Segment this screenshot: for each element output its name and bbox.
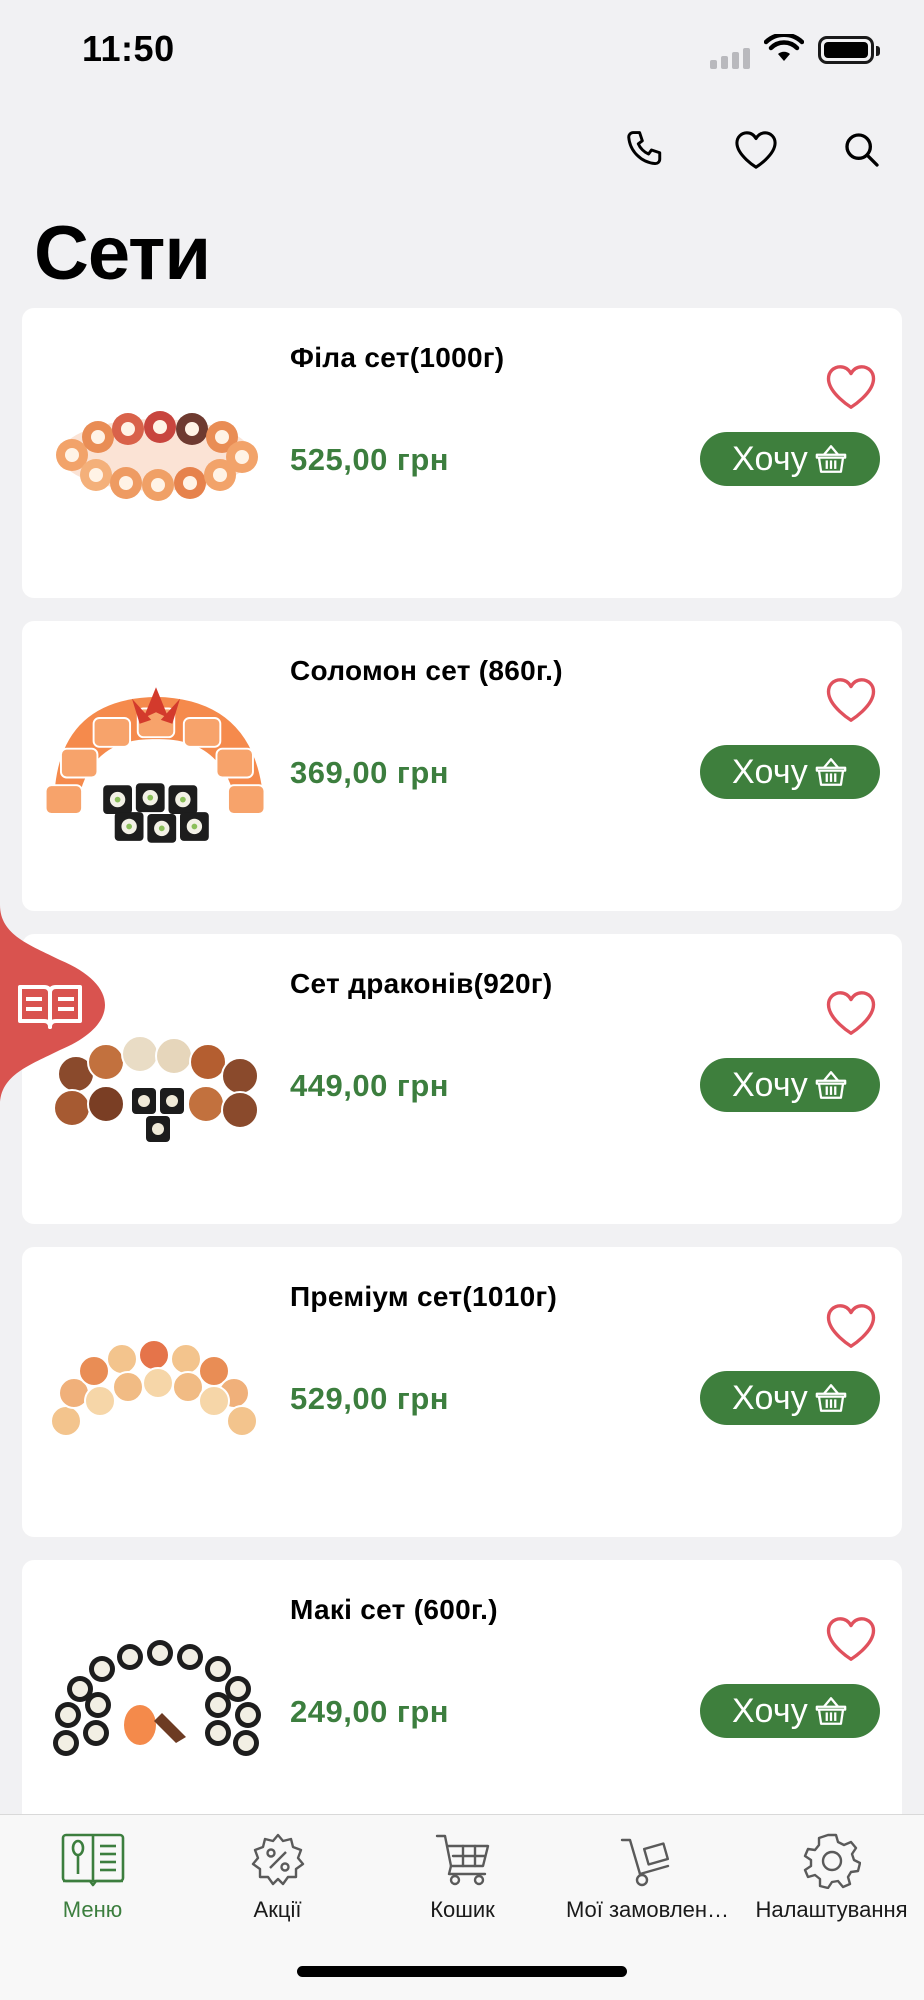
favorite-heart-icon[interactable] (824, 675, 878, 725)
cart-icon (428, 1829, 498, 1891)
product-card[interactable]: Сет драконів(920г) 449,00 грн Хочу (22, 934, 902, 1224)
tab-label: Меню (62, 1897, 123, 1922)
product-image (36, 348, 276, 558)
want-button[interactable]: Хочу (700, 1058, 880, 1112)
page-title: Сети (34, 211, 211, 296)
side-menu-tab[interactable] (0, 905, 115, 1105)
tab-menu[interactable]: Меню (0, 1829, 185, 1939)
tab-cart[interactable]: Кошик (370, 1829, 555, 1939)
tab-promotions[interactable]: Акції (185, 1829, 370, 1939)
want-button[interactable]: Хочу (700, 745, 880, 799)
cellular-signal-icon (710, 48, 750, 69)
favorite-heart-icon[interactable] (824, 1614, 878, 1664)
wifi-icon (764, 34, 804, 61)
product-price: 249,00 грн (290, 1694, 450, 1729)
menu-book-icon (58, 1829, 128, 1891)
product-card[interactable]: Філа сет(1000г) 525,00 грн Хочу (22, 308, 902, 598)
tab-label: Кошик (430, 1897, 495, 1922)
search-icon[interactable] (832, 120, 892, 180)
favorite-heart-icon[interactable] (824, 362, 878, 412)
want-button-label: Хочу (732, 1691, 808, 1730)
product-name: Преміум сет(1010г) (290, 1281, 558, 1312)
product-name: Філа сет(1000г) (290, 342, 505, 373)
top-actions (0, 120, 924, 180)
settings-icon (797, 1829, 867, 1891)
phone-icon[interactable] (616, 120, 676, 180)
product-list: Філа сет(1000г) 525,00 грн Хочу Соломон … (22, 308, 902, 1873)
basket-icon (815, 1697, 847, 1725)
tab-label: Мої замовлен… (565, 1897, 730, 1922)
want-button-label: Хочу (732, 439, 808, 478)
home-indicator (297, 1966, 627, 1977)
want-button-label: Хочу (732, 752, 808, 791)
product-name: Макі сет (600г.) (290, 1594, 498, 1625)
product-image (36, 1600, 276, 1810)
product-price: 529,00 грн (290, 1381, 450, 1416)
battery-icon (818, 36, 880, 64)
product-card[interactable]: Макі сет (600г.) 249,00 грн Хочу (22, 1560, 902, 1850)
favorite-heart-icon[interactable] (824, 988, 878, 1038)
product-image (36, 1287, 276, 1497)
want-button-label: Хочу (732, 1378, 808, 1417)
discount-gear-icon (243, 1829, 313, 1891)
tab-label: Налаштування (755, 1897, 908, 1922)
want-button[interactable]: Хочу (700, 432, 880, 486)
product-name: Сет драконів(920г) (290, 968, 553, 999)
product-price: 525,00 грн (290, 442, 450, 477)
basket-icon (815, 1384, 847, 1412)
product-card[interactable]: Преміум сет(1010г) 529,00 грн Хочу (22, 1247, 902, 1537)
product-name: Соломон сет (860г.) (290, 655, 563, 686)
product-image (36, 661, 276, 871)
basket-icon (815, 758, 847, 786)
status-time: 11:50 (82, 28, 175, 69)
product-price: 369,00 грн (290, 755, 450, 790)
status-bar: 11:50 (0, 0, 924, 100)
want-button[interactable]: Хочу (700, 1371, 880, 1425)
want-button[interactable]: Хочу (700, 1684, 880, 1738)
favorite-heart-icon[interactable] (824, 1301, 878, 1351)
tab-label: Акції (253, 1897, 302, 1922)
favorites-heart-icon[interactable] (726, 120, 786, 180)
product-price: 449,00 грн (290, 1068, 450, 1103)
product-card[interactable]: Соломон сет (860г.) 369,00 грн Хочу (22, 621, 902, 911)
tab-my-orders[interactable]: Мої замовлен… (555, 1829, 740, 1939)
basket-icon (815, 445, 847, 473)
basket-icon (815, 1071, 847, 1099)
want-button-label: Хочу (732, 1065, 808, 1104)
hand-truck-icon (613, 1829, 683, 1891)
tab-settings[interactable]: Налаштування (739, 1829, 924, 1939)
